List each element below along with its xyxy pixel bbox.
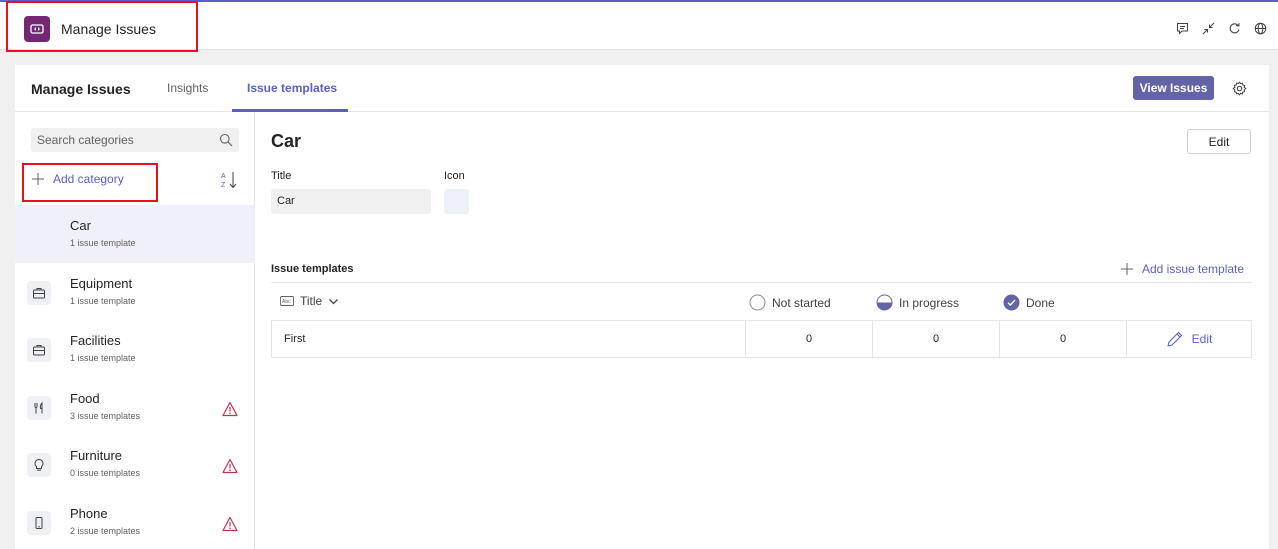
category-name: Car (70, 218, 91, 233)
not-started-icon (749, 294, 766, 311)
plus-icon (1121, 263, 1133, 275)
plus-icon (32, 173, 44, 185)
title-field: Car (271, 189, 431, 214)
done-label: Done (1026, 295, 1055, 310)
icon-field (444, 189, 469, 214)
page-title: Car (271, 131, 302, 151)
category-sidebar: Add category A Z Car 1 issue template Eq… (15, 112, 255, 549)
phone-icon (27, 510, 51, 535)
app-title-highlight (6, 1, 198, 52)
app-header-actions (1174, 20, 1268, 36)
text-field-icon: Abc (280, 296, 294, 306)
warning-icon (222, 401, 238, 416)
table-row: First 0 0 0 Edit (271, 320, 1252, 358)
tab-insights[interactable]: Insights (167, 81, 208, 95)
category-name: Food (70, 390, 100, 406)
column-header-done: Done (1003, 294, 1055, 311)
svg-text:Z: Z (221, 182, 226, 189)
category-count: 0 issue templates (70, 468, 141, 479)
chevron-down-icon (329, 298, 339, 304)
globe-icon[interactable] (1252, 20, 1268, 36)
category-item-food[interactable]: Food 3 issue templates (15, 378, 255, 436)
in-progress-icon (876, 294, 893, 311)
column-header-not-started: Not started (749, 294, 831, 311)
icon-label: Icon (444, 170, 465, 182)
category-count: 1 issue template (70, 238, 136, 248)
tab-bar: Manage Issues Insights Issue templates V… (15, 65, 1269, 112)
add-issue-template-button[interactable]: Add issue template (1120, 262, 1244, 276)
category-item-phone[interactable]: Phone 2 issue templates (15, 493, 255, 549)
in-progress-label: In progress (899, 295, 960, 310)
warning-icon (222, 459, 238, 474)
edit-category-button[interactable]: Edit (1187, 129, 1251, 154)
column-title-label: Title (300, 294, 323, 308)
column-header-title[interactable]: Abc Title (280, 294, 339, 308)
pencil-icon (1167, 331, 1182, 347)
category-count: 2 issue templates (70, 525, 141, 536)
svg-text:Abc: Abc (282, 299, 291, 305)
category-detail: Car Edit Title Icon Car Issue templates … (271, 112, 1252, 549)
lightbulb-icon (27, 453, 51, 478)
category-name: Furniture (70, 448, 123, 464)
in-progress-count: 0 (873, 321, 1000, 357)
category-item-furniture[interactable]: Furniture 0 issue templates (15, 435, 255, 493)
category-count: 1 issue template (70, 295, 136, 306)
chat-icon[interactable] (1174, 20, 1190, 36)
category-name: Facilities (70, 333, 121, 349)
edit-template-button[interactable]: Edit (1127, 321, 1251, 357)
warning-icon (222, 516, 238, 532)
collapse-icon[interactable] (1200, 20, 1216, 36)
category-name: Phone (70, 505, 108, 521)
search-box (31, 128, 239, 152)
category-name: Equipment (70, 275, 133, 291)
category-item-equipment[interactable]: Equipment 1 issue template (15, 263, 255, 321)
gear-icon[interactable] (1230, 79, 1248, 97)
edit-template-label: Edit (1191, 332, 1213, 346)
add-issue-template-label: Add issue template (1142, 262, 1245, 276)
briefcase-icon (27, 338, 51, 363)
briefcase-icon (27, 280, 51, 305)
not-started-count: 0 (746, 321, 873, 357)
add-category-label: Add category (53, 172, 124, 186)
category-item-facilities[interactable]: Facilities 1 issue template (15, 320, 255, 378)
svg-text:A: A (221, 173, 226, 180)
search-icon[interactable] (219, 133, 233, 147)
add-category-button[interactable]: Add category (31, 172, 124, 186)
search-input[interactable] (31, 128, 211, 152)
template-name: First (272, 321, 746, 357)
category-item-car[interactable]: Car 1 issue template (15, 205, 255, 263)
view-issues-button[interactable]: View Issues (1133, 76, 1214, 100)
divider (271, 282, 1252, 283)
issue-templates-heading: Issue templates (271, 263, 354, 275)
tab-brand-title: Manage Issues (31, 81, 131, 97)
fork-knife-icon (27, 395, 51, 420)
category-count: 3 issue templates (70, 410, 141, 421)
not-started-label: Not started (772, 295, 831, 310)
column-header-in-progress: In progress (876, 294, 959, 311)
sort-icon[interactable]: A Z (220, 170, 238, 190)
title-label: Title (271, 170, 292, 182)
category-count: 1 issue template (70, 353, 136, 364)
category-list: Car 1 issue template Equipment 1 issue t… (15, 205, 255, 549)
tab-issue-templates[interactable]: Issue templates (247, 81, 337, 95)
done-count: 0 (1000, 321, 1127, 357)
main-card: Manage Issues Insights Issue templates V… (15, 65, 1269, 549)
done-icon (1003, 294, 1020, 311)
refresh-icon[interactable] (1226, 20, 1242, 36)
